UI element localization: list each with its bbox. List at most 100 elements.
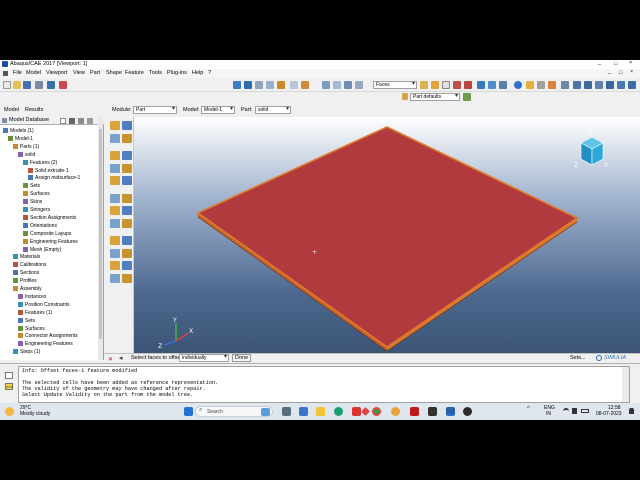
fit-view-icon[interactable] (277, 81, 285, 89)
tray-chevron-up-icon[interactable]: ^ (527, 406, 530, 412)
tree-item[interactable]: Stringers (23, 207, 50, 213)
tree-item[interactable]: Calibrations (13, 262, 46, 268)
save-icon[interactable] (23, 81, 31, 89)
menu-view[interactable]: View (73, 70, 85, 76)
create-round-icon[interactable] (110, 163, 120, 173)
tree-item[interactable]: Profiles (13, 278, 37, 284)
model-select[interactable]: Model-1 (201, 106, 235, 114)
tool-blue6-icon[interactable] (628, 81, 636, 89)
replace-icon[interactable] (499, 81, 507, 89)
app-menu-icon[interactable] (3, 71, 8, 76)
menu-context-help[interactable]: ? (208, 70, 211, 76)
tree-item[interactable]: Orientations (23, 222, 57, 229)
tree-item[interactable]: Solid extrude-1 (28, 167, 69, 174)
sets-button[interactable]: Sets... (570, 355, 586, 361)
viewport-canvas[interactable]: + Y X Z Y X Z (134, 117, 640, 353)
tree-item[interactable]: Models (1) (3, 128, 34, 134)
tree-item[interactable]: Sets (23, 183, 40, 189)
obs-icon[interactable] (463, 407, 472, 416)
create-solid-icon[interactable] (110, 133, 120, 143)
select-circle-icon[interactable] (453, 81, 461, 89)
app-gear-icon[interactable] (391, 407, 400, 416)
iso-view-icon[interactable] (301, 81, 309, 89)
weather-icon[interactable] (5, 407, 14, 416)
render-hidden-icon[interactable] (344, 81, 352, 89)
tree-item[interactable]: Steps (1) (13, 349, 40, 355)
wifi-icon[interactable] (563, 408, 569, 414)
language-bottom[interactable]: IN (546, 411, 551, 417)
create-plane-icon[interactable] (110, 206, 120, 215)
menu-viewport[interactable]: Viewport (46, 70, 67, 76)
part-select[interactable]: solid (255, 106, 291, 114)
tree-filter-icon[interactable] (69, 118, 75, 124)
view-cube-icon[interactable]: Y X Z (574, 129, 608, 169)
tree-scrollbar[interactable] (98, 117, 103, 360)
menu-part[interactable]: Part (90, 70, 100, 76)
tree-item[interactable]: solid (18, 151, 35, 158)
menu-shape[interactable]: Shape (106, 70, 122, 76)
tree-item[interactable]: Materials (13, 254, 40, 260)
inner-minimize-button[interactable]: _ (608, 69, 611, 75)
widgets-icon[interactable] (299, 407, 308, 416)
tree-item[interactable]: Engineering Features (18, 341, 73, 347)
open-icon[interactable] (13, 81, 21, 89)
tool-blue5-icon[interactable] (617, 81, 625, 89)
create-wire-icon[interactable] (110, 151, 120, 160)
render-shaded-icon[interactable] (322, 81, 330, 89)
tree-item[interactable]: Model-1 (8, 135, 33, 142)
abaqus-taskbar-icon[interactable] (446, 407, 455, 416)
query-icon[interactable] (47, 81, 55, 89)
tool-search-icon[interactable] (561, 81, 569, 89)
close-button[interactable]: × (629, 60, 632, 66)
rotate-icon[interactable] (244, 81, 252, 89)
maximize-button[interactable]: □ (614, 61, 617, 67)
create-csys-icon[interactable] (122, 206, 132, 215)
create-surface-icon[interactable] (122, 248, 132, 258)
module-select[interactable]: Part (133, 106, 177, 114)
battery-icon[interactable] (581, 409, 589, 413)
views-icon[interactable] (290, 81, 298, 89)
inner-close-button[interactable]: × (630, 69, 633, 75)
new-icon[interactable] (3, 81, 11, 89)
tree-item[interactable]: Engineering Features (23, 238, 78, 245)
minimize-button[interactable]: _ (598, 60, 601, 66)
menu-file[interactable]: File (13, 70, 22, 76)
menu-feature[interactable]: Feature (125, 70, 144, 76)
create-cut-icon[interactable] (122, 151, 132, 160)
tree-item[interactable]: Features (2) (23, 159, 57, 166)
tree-item[interactable]: Mesh (Empty) (23, 246, 61, 253)
selection-filter-select[interactable]: Faces (373, 81, 417, 89)
tree-item[interactable]: Assign midsurface-1 (28, 175, 80, 181)
tool-blue1-icon[interactable] (573, 81, 581, 89)
app-diamond-icon[interactable] (361, 407, 370, 416)
pan-icon[interactable] (233, 81, 241, 89)
plate-top-face[interactable] (196, 126, 579, 348)
tool-misc4-icon[interactable] (122, 273, 132, 283)
create-shell-icon[interactable] (122, 133, 132, 143)
tree-item[interactable]: Features (1) (18, 309, 52, 316)
part-defaults-select[interactable]: Part defaults (410, 93, 460, 101)
tool-yellow-icon[interactable] (526, 81, 534, 89)
tool-misc3-icon[interactable] (110, 273, 120, 283)
terminal-icon[interactable] (428, 407, 437, 416)
tree-item[interactable]: Instances (18, 293, 46, 300)
mesh-display-icon[interactable] (477, 81, 485, 89)
clock-date[interactable]: 08-07-2023 (596, 411, 622, 417)
message-tab-icon[interactable] (5, 372, 13, 379)
select-poly-icon[interactable] (464, 81, 472, 89)
tree-item[interactable]: Surfaces (18, 325, 45, 332)
tree-collapse-icon[interactable] (87, 118, 93, 124)
extend-faces-icon[interactable] (122, 236, 132, 245)
render-solid-icon[interactable] (355, 81, 363, 89)
tree-header-chevron-down-icon[interactable] (60, 118, 66, 124)
tree-item[interactable]: Sets (18, 317, 35, 324)
cancel-procedure-icon[interactable]: ✕ (108, 356, 113, 363)
partition-face-icon[interactable] (110, 176, 120, 185)
menu-plugins[interactable]: Plug-ins (167, 70, 187, 76)
task-view-icon[interactable] (282, 407, 291, 416)
volume-icon[interactable] (572, 408, 577, 414)
menu-help[interactable]: Help (192, 70, 203, 76)
tree-scrollbar-thumb[interactable] (99, 129, 102, 339)
message-scrollbar[interactable] (622, 367, 629, 402)
chrome-icon[interactable] (372, 407, 381, 416)
